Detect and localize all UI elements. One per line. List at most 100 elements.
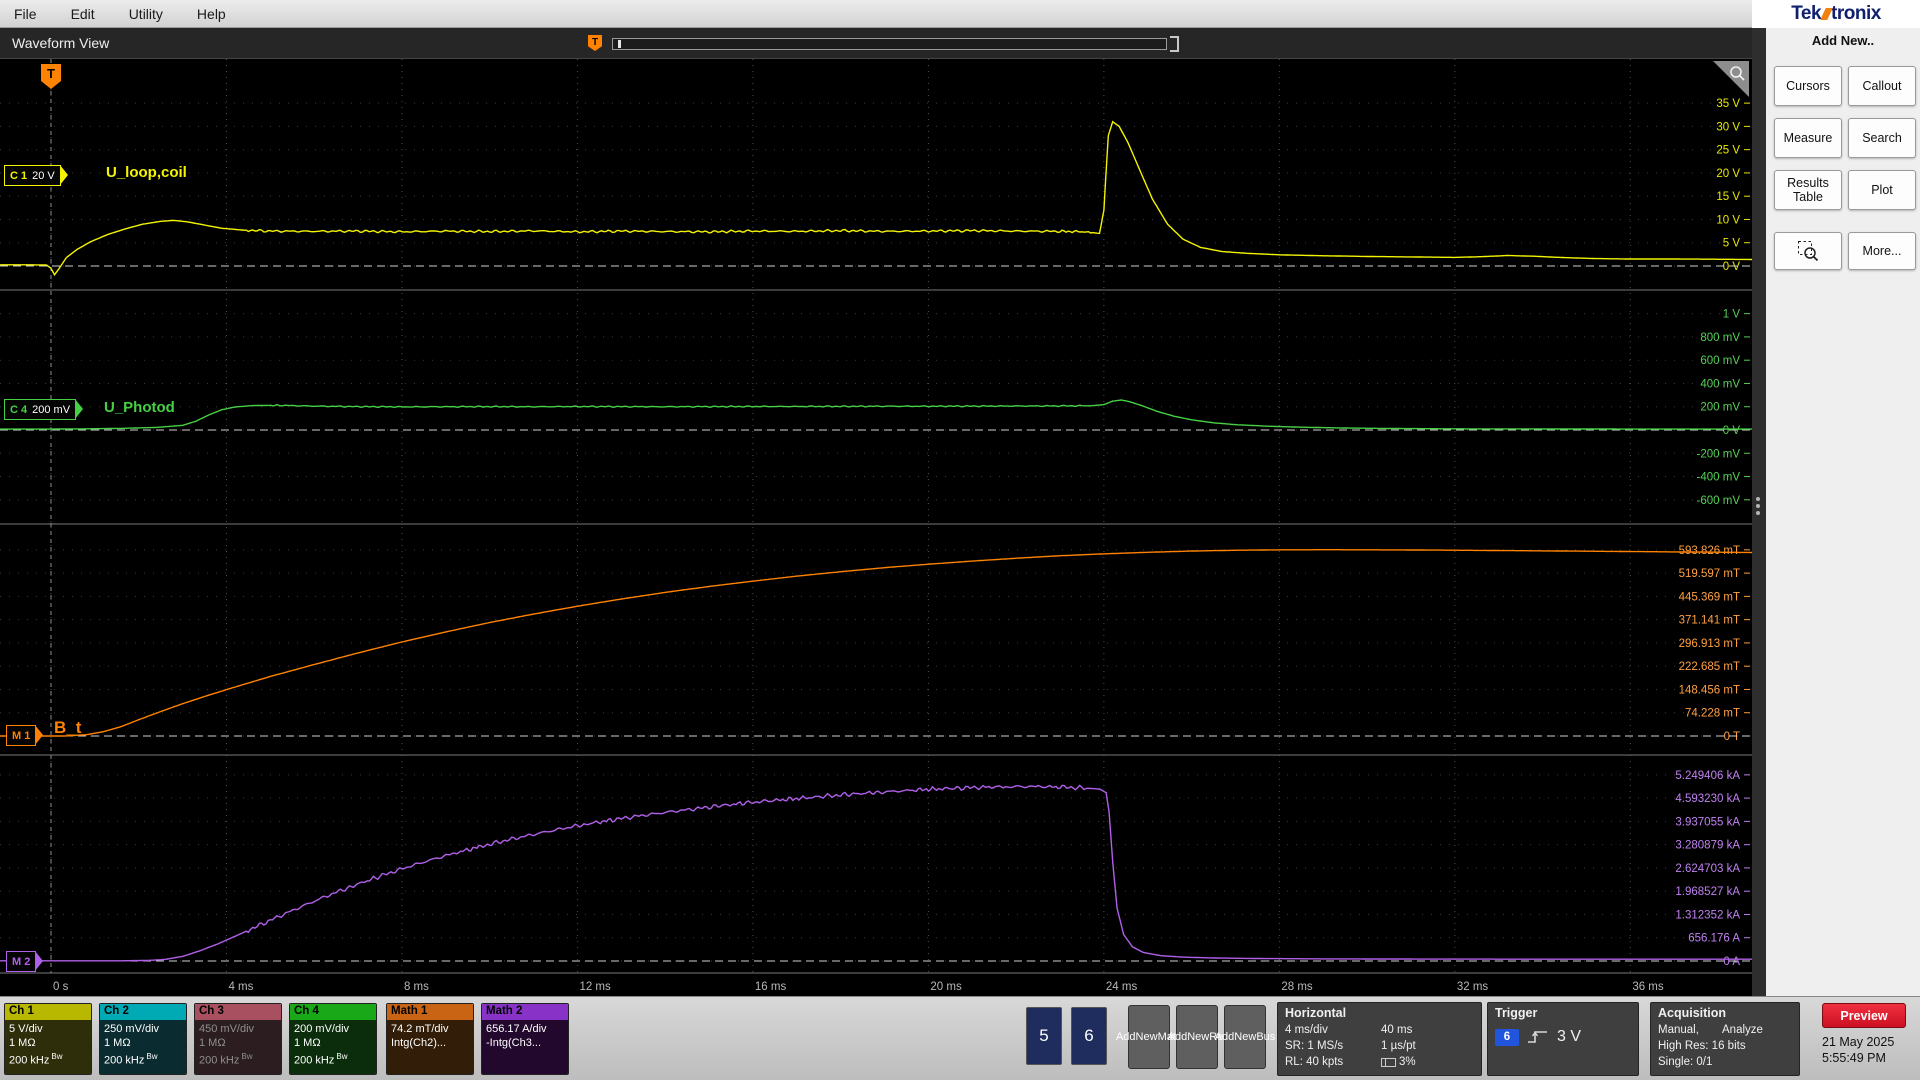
svg-text:12 ms: 12 ms [579,981,611,993]
badge-line: 450 mV/div [199,1023,255,1035]
panel-button-search[interactable]: Search [1848,118,1916,158]
menu-bar: File Edit Utility Help Tek tronix [0,0,1920,28]
svg-text:4.593230 kA: 4.593230 kA [1675,793,1740,805]
datetime: 21 May 2025 5:55:49 PM [1822,1034,1906,1066]
box-zoom-icon [1798,241,1819,262]
panel-button-box-zoom[interactable] [1774,232,1842,270]
badge-body: 250 mV/div 1 MΩ 200 kHz Bw [100,1020,186,1074]
svg-text:371.141 mT: 371.141 mT [1679,615,1740,627]
svg-text:74.228 mT: 74.228 mT [1685,708,1740,720]
rising-edge-icon [1528,1031,1547,1043]
badge-line: 1 MΩ [199,1037,226,1049]
channel-tag-name: C 4 [10,403,28,416]
badge-body: 200 mV/div 1 MΩ 200 kHz Bw [290,1020,376,1074]
add-new-bus[interactable]: Add New Bus [1215,1005,1275,1069]
badge-ch-4[interactable]: Ch 4 200 mV/div 1 MΩ 200 kHz Bw [289,1003,377,1075]
channel-tag-math1[interactable]: M 1 [6,725,44,746]
horizontal-window: 40 ms [1381,1024,1413,1036]
badge-line: 1 MΩ [294,1037,321,1049]
bandwidth-suffix: Bw [336,1052,348,1061]
acquisition-title: Acquisition [1658,1006,1727,1020]
panel-button-plot[interactable]: Plot [1848,170,1916,210]
scope-graticule[interactable]: 35 V 30 V 25 V 20 V 15 V 10 V 5 V 0 V 1 V 800 mV 6… [0,59,1752,996]
svg-text:222.685 mT: 222.685 mT [1679,661,1740,673]
svg-text:5.249406 kA: 5.249406 kA [1675,770,1740,782]
badge-line: 5 V/div [9,1023,43,1035]
preview-button[interactable]: Preview [1822,1003,1906,1028]
svg-text:2.624703 kA: 2.624703 kA [1675,863,1740,875]
horizontal-scale: 4 ms/div [1285,1024,1328,1036]
app-root: File Edit Utility Help Tek tronix Waveform … [0,0,1920,1080]
svg-text:0 V: 0 V [1723,425,1741,437]
badge-ch-3[interactable]: Ch 3 450 mV/div 1 MΩ 200 kHz Bw [194,1003,282,1075]
menu-item-utility[interactable]: Utility [129,6,163,22]
channel-label-math1: B_t [54,718,82,737]
add-new-math[interactable]: Add New Math [1116,1005,1182,1069]
svg-text:30 V: 30 V [1716,121,1740,133]
horizontal-position: 3% [1399,1056,1416,1068]
panel-button-more[interactable]: More... [1848,232,1916,270]
results-side-panel: Add New.. Cursors Callout Measure Search Res… [1766,28,1920,996]
panel-button-results-table[interactable]: Results Table [1774,170,1842,210]
view-title: Waveform View [12,35,110,51]
channel-tag-ch4[interactable]: C 4 200 mV [4,399,84,420]
badge-ch-2[interactable]: Ch 2 250 mV/div 1 MΩ 200 kHz Bw [99,1003,187,1075]
svg-text:28 ms: 28 ms [1281,981,1313,993]
svg-text:519.597 mT: 519.597 mT [1679,568,1740,580]
channel-tag-name: C 1 [10,169,28,182]
record-view-slider[interactable]: T [588,30,1188,57]
record-slider-bracket-icon[interactable] [1170,36,1179,52]
menu-item-edit[interactable]: Edit [71,6,95,22]
badge-math-1[interactable]: Math 1 74.2 mT/div Intg(Ch2)... [386,1003,474,1075]
badge-line: 74.2 mT/div [391,1023,449,1035]
menu-item-file[interactable]: File [14,6,37,22]
bandwidth-suffix: Bw [241,1052,253,1061]
acquisition-resolution: High Res: 16 bits [1658,1040,1746,1052]
record-slider-position[interactable] [618,40,621,48]
panel-button-measure[interactable]: Measure [1774,118,1842,158]
svg-text:24 ms: 24 ms [1106,981,1138,993]
trigger-panel[interactable]: Trigger 6 3 V [1487,1002,1639,1076]
svg-text:25 V: 25 V [1716,145,1740,157]
svg-text:593.826 mT: 593.826 mT [1679,545,1740,557]
divider-grip-icon[interactable] [1756,494,1760,518]
preview-block: Preview 21 May 2025 5:55:49 PM [1822,1003,1906,1066]
acquisition-panel[interactable]: Acquisition Manual, Analyze High Res: 16 … [1650,1002,1800,1076]
badge-body: 74.2 mT/div Intg(Ch2)... [387,1020,473,1074]
svg-text:0 s: 0 s [53,981,69,993]
record-slider-track[interactable] [612,38,1167,50]
trigger-mini-flag-icon[interactable]: T [588,35,602,51]
badge-title: Math 2 [482,1004,568,1020]
svg-text:656.176 A: 656.176 A [1688,933,1740,945]
horizontal-recordlength: RL: 40 kpts [1285,1056,1344,1068]
acquisition-mode: Manual, [1658,1024,1699,1036]
channel-slot-6[interactable]: 6 [1071,1007,1107,1065]
panel-button-cursors[interactable]: Cursors [1774,66,1842,106]
badge-math-2[interactable]: Math 2 656.17 A/div -Intg(Ch3... [481,1003,569,1075]
menu-item-help[interactable]: Help [197,6,226,22]
channel-tag-ch1[interactable]: C 1 20 V [4,165,68,186]
badge-line: 1 MΩ [104,1037,131,1049]
svg-text:-600 mV: -600 mV [1697,495,1741,507]
svg-text:3.280879 kA: 3.280879 kA [1675,840,1740,852]
svg-text:8 ms: 8 ms [404,981,429,993]
channel-slot-5[interactable]: 5 [1026,1007,1062,1065]
svg-text:15 V: 15 V [1716,191,1740,203]
badge-line: 1 MΩ [9,1037,36,1049]
svg-text:32 ms: 32 ms [1457,981,1489,993]
badge-line: 200 kHz Bw [104,1052,158,1067]
svg-text:1.968527 kA: 1.968527 kA [1675,886,1740,898]
horizontal-panel[interactable]: Horizontal 4 ms/div 40 ms SR: 1 MS/s 1 µs/… [1277,1002,1482,1076]
svg-text:-200 mV: -200 mV [1697,448,1741,460]
waveform-display[interactable]: 35 V 30 V 25 V 20 V 15 V 10 V 5 V 0 V 1 V 800 mV 6… [0,59,1752,996]
panel-divider[interactable] [1752,28,1766,996]
badge-title: Ch 1 [5,1004,91,1020]
channel-tag-math2[interactable]: M 2 [6,951,44,972]
add-new-ref[interactable]: Add New Ref [1168,1005,1226,1069]
logo-text-left: Tek [1791,3,1822,24]
badge-title: Math 1 [387,1004,473,1020]
badge-ch-1[interactable]: Ch 1 5 V/div 1 MΩ 200 kHz Bw [4,1003,92,1075]
badge-body: 5 V/div 1 MΩ 200 kHz Bw [5,1020,91,1074]
bandwidth-suffix: Bw [51,1052,63,1061]
panel-button-callout[interactable]: Callout [1848,66,1916,106]
